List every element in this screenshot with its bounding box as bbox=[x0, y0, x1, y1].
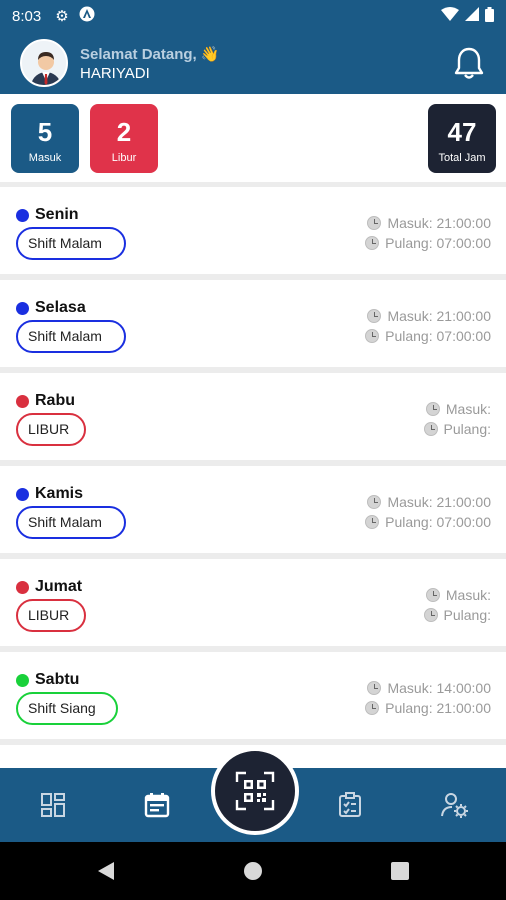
clock-icon bbox=[367, 681, 382, 695]
schedule-row-senin[interactable]: Senin Shift Malam Masuk: 21:00:00 Pulang… bbox=[0, 187, 506, 274]
dashboard-icon[interactable] bbox=[40, 792, 66, 818]
user-settings-icon[interactable] bbox=[441, 792, 468, 818]
status-dot bbox=[16, 302, 29, 315]
status-dot bbox=[16, 488, 29, 501]
schedule-row-rabu[interactable]: Rabu LIBUR Masuk: Pulang: bbox=[0, 373, 506, 460]
app-status-icon bbox=[79, 6, 95, 26]
clock-icon bbox=[425, 588, 440, 602]
status-time: 8:03 bbox=[12, 7, 42, 25]
status-bar: 8:03 ⚙ bbox=[0, 0, 506, 32]
clock-icon bbox=[367, 495, 382, 509]
time-block: Masuk: 21:00:00 Pulang: 07:00:00 bbox=[365, 213, 491, 253]
pulang-time: Pulang: 21:00:00 bbox=[385, 700, 491, 716]
masuk-time: Masuk: 21:00:00 bbox=[387, 215, 491, 231]
shift-badge: Shift Siang bbox=[16, 692, 118, 725]
stat-total-jam-value: 47 bbox=[447, 117, 477, 147]
shift-badge: LIBUR bbox=[16, 413, 86, 446]
status-dot bbox=[16, 674, 29, 687]
shift-badge: LIBUR bbox=[16, 599, 86, 632]
stat-libur-value: 2 bbox=[116, 117, 132, 147]
day-label: Kamis bbox=[35, 485, 84, 502]
clock-icon bbox=[365, 515, 380, 529]
time-block: Masuk: 21:00:00 Pulang: 07:00:00 bbox=[365, 492, 491, 532]
status-dot bbox=[16, 209, 29, 222]
schedule-row-jumat[interactable]: Jumat LIBUR Masuk: Pulang: bbox=[0, 559, 506, 646]
shift-badge: Shift Malam bbox=[16, 320, 126, 353]
app-header: Selamat Datang, 👋 HARIYADI bbox=[0, 32, 506, 94]
masuk-time: Masuk: bbox=[445, 587, 491, 603]
home-icon[interactable] bbox=[243, 861, 263, 881]
stat-masuk-value: 5 bbox=[37, 117, 53, 147]
system-nav-bar bbox=[0, 842, 506, 900]
masuk-time: Masuk: 21:00:00 bbox=[387, 308, 491, 324]
battery-icon bbox=[485, 6, 494, 26]
stat-total-jam: 47 Total Jam bbox=[428, 104, 496, 173]
day-label: Senin bbox=[35, 206, 79, 223]
clipboard-icon[interactable] bbox=[337, 792, 363, 818]
status-dot bbox=[16, 581, 29, 594]
stat-masuk-label: Masuk bbox=[28, 152, 62, 164]
clock-icon bbox=[423, 422, 438, 436]
day-label: Rabu bbox=[35, 392, 75, 409]
shift-badge: Shift Malam bbox=[16, 227, 126, 260]
clock-icon bbox=[365, 329, 380, 343]
clock-icon bbox=[365, 236, 380, 250]
masuk-time: Masuk: 21:00:00 bbox=[387, 494, 491, 510]
clock-icon bbox=[423, 608, 438, 622]
stat-libur: 2 Libur bbox=[90, 104, 158, 173]
pulang-time: Pulang: bbox=[443, 607, 491, 623]
time-block: Masuk: 14:00:00 Pulang: 21:00:00 bbox=[365, 678, 491, 718]
clock-icon bbox=[425, 402, 440, 416]
stat-libur-label: Libur bbox=[111, 152, 137, 164]
calendar-icon[interactable] bbox=[144, 792, 170, 818]
signal-icon bbox=[465, 7, 479, 25]
qr-scan-button[interactable] bbox=[211, 747, 299, 835]
day-label: Sabtu bbox=[35, 671, 80, 688]
schedule-row-selasa[interactable]: Selasa Shift Malam Masuk: 21:00:00 Pulan… bbox=[0, 280, 506, 367]
stat-total-jam-label: Total Jam bbox=[438, 152, 486, 164]
avatar[interactable] bbox=[20, 39, 68, 87]
schedule-row-sabtu[interactable]: Sabtu Shift Siang Masuk: 14:00:00 Pulang… bbox=[0, 652, 506, 739]
recents-icon[interactable] bbox=[391, 862, 409, 880]
schedule-row-kamis[interactable]: Kamis Shift Malam Masuk: 21:00:00 Pulang… bbox=[0, 466, 506, 553]
pulang-time: Pulang: 07:00:00 bbox=[385, 514, 491, 530]
settings-status-icon: ⚙ bbox=[55, 8, 69, 25]
clock-icon bbox=[367, 216, 382, 230]
day-label: Jumat bbox=[35, 578, 83, 595]
clock-icon bbox=[365, 701, 380, 715]
stat-masuk: 5 Masuk bbox=[11, 104, 79, 173]
clock-icon bbox=[367, 309, 382, 323]
back-icon[interactable] bbox=[96, 861, 116, 881]
status-dot bbox=[16, 395, 29, 408]
notification-bell-icon[interactable] bbox=[454, 46, 484, 80]
masuk-time: Masuk: bbox=[445, 401, 491, 417]
qr-scan-icon bbox=[235, 771, 275, 811]
stats-panel: 5 Masuk 2 Libur 47 Total Jam bbox=[0, 94, 506, 182]
time-block: Masuk: 21:00:00 Pulang: 07:00:00 bbox=[365, 306, 491, 346]
day-label: Selasa bbox=[35, 299, 86, 316]
masuk-time: Masuk: 14:00:00 bbox=[387, 680, 491, 696]
time-block: Masuk: Pulang: bbox=[423, 399, 491, 439]
shift-badge: Shift Malam bbox=[16, 506, 126, 539]
time-block: Masuk: Pulang: bbox=[423, 585, 491, 625]
greeting-text: Selamat Datang, 👋 bbox=[80, 45, 220, 63]
pulang-time: Pulang: 07:00:00 bbox=[385, 328, 491, 344]
pulang-time: Pulang: 07:00:00 bbox=[385, 235, 491, 251]
pulang-time: Pulang: bbox=[443, 421, 491, 437]
username-text: HARIYADI bbox=[80, 64, 150, 82]
wifi-icon bbox=[441, 7, 459, 25]
